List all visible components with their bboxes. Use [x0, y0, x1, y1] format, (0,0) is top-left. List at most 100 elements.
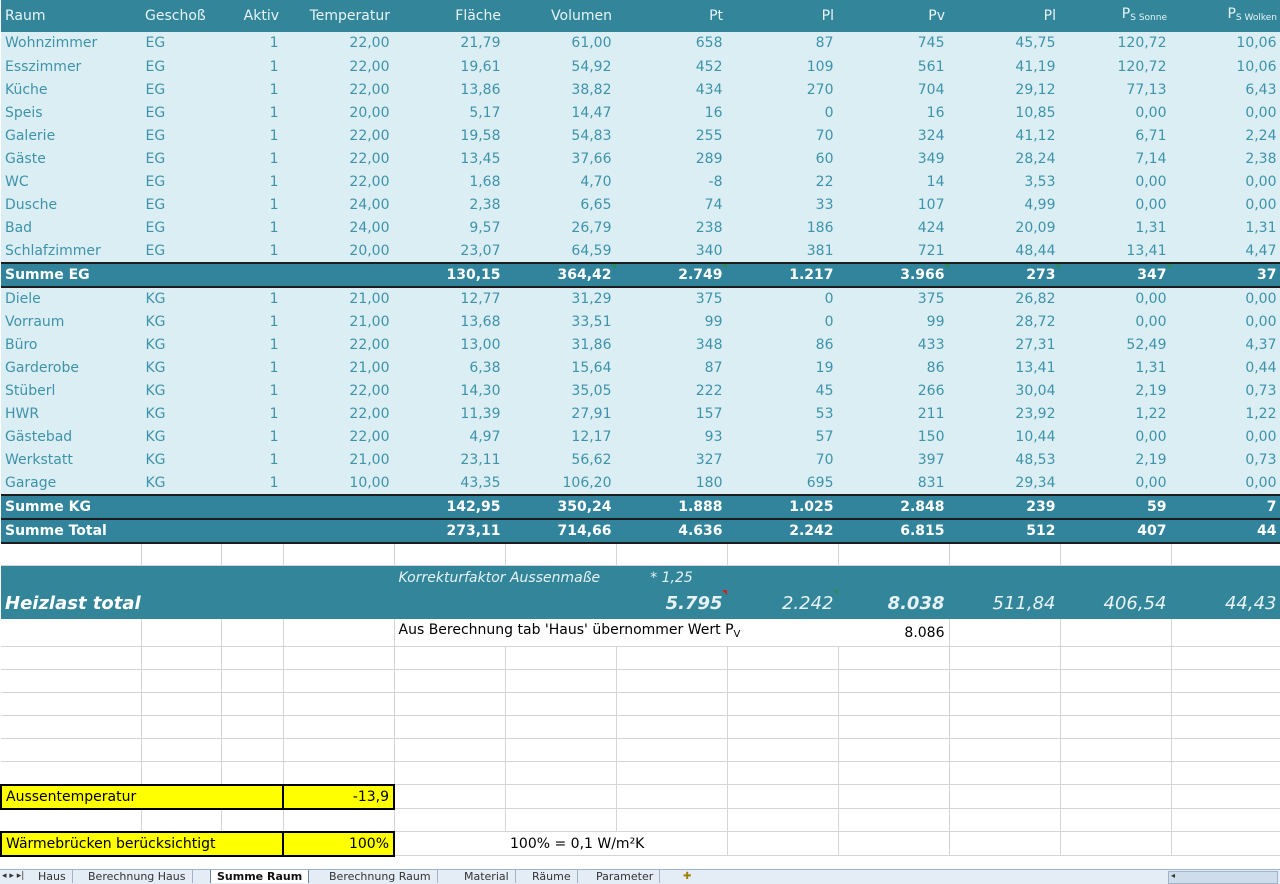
waermebruecken-label[interactable]: Wärmebrücken berücksichtigt	[0, 830, 284, 857]
cell-ps-wolken[interactable]: 0,00	[1171, 286, 1280, 311]
empty-cell[interactable]	[949, 692, 1061, 716]
cell-volumen[interactable]: 12,17	[505, 425, 617, 449]
empty-cell[interactable]	[838, 565, 950, 590]
uebernommen-value[interactable]: 8.086	[838, 618, 950, 647]
empty-cell[interactable]	[283, 738, 395, 762]
heizlast-label[interactable]: Heizlast total	[1, 589, 617, 619]
empty-cell[interactable]	[949, 715, 1061, 739]
cell-volumen[interactable]: 38,82	[505, 78, 617, 102]
tab-räume[interactable]: Räume	[526, 870, 578, 883]
cell-flaeche[interactable]: 1,68	[394, 170, 506, 194]
header-pl[interactable]: Pl	[727, 0, 838, 32]
empty-cell[interactable]	[727, 784, 839, 809]
empty-cell[interactable]	[1, 565, 142, 590]
empty-cell[interactable]	[838, 808, 950, 832]
cell-pl[interactable]: 22	[727, 170, 839, 194]
korrektur-label[interactable]: Korrekturfaktor Aussenmaße	[394, 565, 617, 590]
empty-cell[interactable]	[727, 738, 839, 762]
summary-pl2[interactable]: 273	[949, 261, 1061, 288]
cell-flaeche[interactable]: 21,79	[394, 32, 506, 56]
cell-pt[interactable]: 74	[616, 193, 728, 217]
empty-cell[interactable]	[1171, 669, 1280, 693]
cell-pv[interactable]: 86	[838, 356, 950, 380]
cell-volumen[interactable]: 31,86	[505, 333, 617, 357]
cell-pl[interactable]: 0	[727, 310, 839, 334]
empty-cell[interactable]	[394, 692, 506, 716]
cell-temperatur[interactable]: 20,00	[283, 239, 395, 263]
cell-pl2[interactable]: 26,82	[949, 286, 1061, 311]
waermebruecken-note[interactable]: 100% = 0,1 W/m²K	[394, 831, 728, 856]
cell-raum[interactable]: Büro	[1, 333, 142, 357]
summary-label[interactable]: Summe EG	[1, 261, 395, 288]
cell-flaeche[interactable]: 19,61	[394, 55, 506, 79]
empty-cell[interactable]	[1, 738, 142, 762]
cell-ps-wolken[interactable]: 0,73	[1171, 448, 1280, 472]
cell-volumen[interactable]: 37,66	[505, 147, 617, 171]
cell-ps-wolken[interactable]: 0,73	[1171, 379, 1280, 403]
cell-volumen[interactable]: 15,64	[505, 356, 617, 380]
cell-geschoss[interactable]: EG	[141, 239, 222, 263]
cell-pt[interactable]: 93	[616, 425, 728, 449]
cell-pv[interactable]: 150	[838, 425, 950, 449]
empty-cell[interactable]	[727, 808, 839, 832]
cell-pl2[interactable]: 13,41	[949, 356, 1061, 380]
cell-volumen[interactable]: 26,79	[505, 216, 617, 240]
cell-ps-wolken[interactable]: 0,44	[1171, 356, 1280, 380]
cell-temperatur[interactable]: 21,00	[283, 310, 395, 334]
cell-temperatur[interactable]: 22,00	[283, 333, 395, 357]
summary-flaeche[interactable]: 273,11	[394, 517, 506, 544]
cell-pt[interactable]: 99	[616, 310, 728, 334]
empty-cell[interactable]	[394, 542, 506, 566]
summary-flaeche[interactable]: 142,95	[394, 493, 506, 520]
cell-flaeche[interactable]: 13,00	[394, 333, 506, 357]
cell-pl[interactable]: 86	[727, 333, 839, 357]
cell-flaeche[interactable]: 13,68	[394, 310, 506, 334]
cell-pt[interactable]: -8	[616, 170, 728, 194]
empty-cell[interactable]	[283, 565, 395, 590]
cell-geschoss[interactable]: KG	[141, 286, 222, 311]
tab-haus[interactable]: Haus	[32, 870, 73, 883]
summary-label[interactable]: Summe KG	[1, 493, 395, 520]
empty-cell[interactable]	[141, 761, 222, 785]
cell-geschoss[interactable]: KG	[141, 333, 222, 357]
cell-pl[interactable]: 57	[727, 425, 839, 449]
cell-ps-sonne[interactable]: 13,41	[1060, 239, 1172, 263]
cell-pt[interactable]: 340	[616, 239, 728, 263]
cell-pt[interactable]: 157	[616, 402, 728, 426]
summary-pt[interactable]: 2.749	[616, 261, 728, 288]
cell-pl[interactable]: 695	[727, 471, 839, 495]
cell-pv[interactable]: 561	[838, 55, 950, 79]
cell-pv[interactable]: 107	[838, 193, 950, 217]
cell-aktiv[interactable]: 1	[221, 239, 284, 263]
empty-cell[interactable]	[141, 738, 222, 762]
cell-ps-wolken[interactable]: 4,37	[1171, 333, 1280, 357]
cell-raum[interactable]: Speis	[1, 101, 142, 125]
cell-aktiv[interactable]: 1	[221, 170, 284, 194]
cell-ps-wolken[interactable]: 0,00	[1171, 101, 1280, 125]
cell-pv[interactable]: 211	[838, 402, 950, 426]
summary-ps-wolken[interactable]: 44	[1171, 517, 1280, 544]
summary-volumen[interactable]: 364,42	[505, 261, 617, 288]
cell-geschoss[interactable]: EG	[141, 147, 222, 171]
cell-ps-wolken[interactable]: 2,38	[1171, 147, 1280, 171]
cell-geschoss[interactable]: EG	[141, 216, 222, 240]
cell-pl2[interactable]: 28,72	[949, 310, 1061, 334]
aussentemperatur-label[interactable]: Aussentemperatur	[0, 783, 284, 810]
cell-pl2[interactable]: 48,53	[949, 448, 1061, 472]
empty-cell[interactable]	[505, 808, 617, 832]
empty-cell[interactable]	[141, 808, 222, 832]
empty-cell[interactable]	[505, 761, 617, 785]
cell-pt[interactable]: 255	[616, 124, 728, 148]
cell-pt[interactable]: 327	[616, 448, 728, 472]
empty-cell[interactable]	[1, 542, 142, 566]
cell-pv[interactable]: 745	[838, 32, 950, 56]
cell-ps-sonne[interactable]: 0,00	[1060, 170, 1172, 194]
cell-flaeche[interactable]: 12,77	[394, 286, 506, 311]
cell-ps-sonne[interactable]: 2,19	[1060, 448, 1172, 472]
cell-temperatur[interactable]: 24,00	[283, 193, 395, 217]
summary-ps-wolken[interactable]: 7	[1171, 493, 1280, 520]
empty-cell[interactable]	[1060, 784, 1172, 809]
empty-cell[interactable]	[1, 808, 142, 832]
cell-temperatur[interactable]: 20,00	[283, 101, 395, 125]
cell-pl2[interactable]: 10,85	[949, 101, 1061, 125]
